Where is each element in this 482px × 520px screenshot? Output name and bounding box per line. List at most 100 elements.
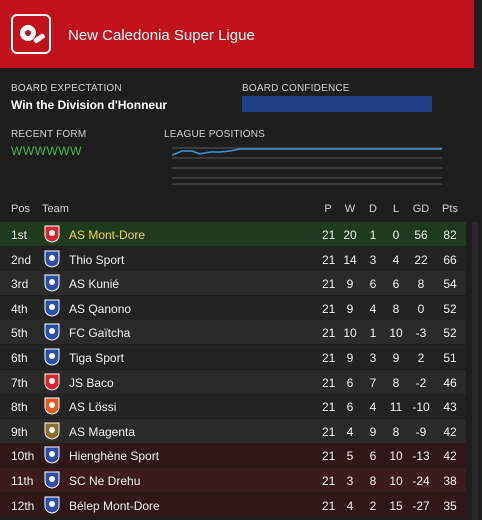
competition-logo-icon — [11, 14, 51, 54]
table-row[interactable]: 2nd Thio Sport 21 14 3 4 22 66 — [0, 246, 466, 271]
table-row[interactable]: 12th Bélep Mont-Dore 21 4 2 15 -27 35 — [0, 492, 466, 517]
col-drawn[interactable]: D — [367, 203, 379, 215]
played: 21 — [322, 449, 336, 464]
goal-difference: -3 — [415, 326, 427, 341]
won: 6 — [346, 400, 354, 415]
played: 21 — [322, 301, 336, 316]
points: 42 — [443, 424, 457, 439]
league-positions-chart — [172, 147, 442, 185]
position-line — [172, 148, 442, 156]
row-position: 8th — [11, 400, 28, 415]
points: 66 — [443, 252, 457, 267]
col-team[interactable]: Team — [42, 203, 69, 215]
team-name[interactable]: JS Baco — [69, 376, 114, 390]
won: 4 — [346, 424, 354, 439]
col-won[interactable]: W — [342, 203, 358, 215]
row-position: 11th — [11, 474, 34, 488]
drawn: 4 — [369, 400, 377, 415]
row-position: 4th — [11, 301, 28, 316]
board-confidence-label: BOARD CONFIDENCE — [242, 83, 350, 94]
header-edge — [474, 0, 482, 68]
table-row[interactable]: 10th Hienghène Sport 21 5 6 10 -13 42 — [0, 443, 466, 468]
lost: 4 — [392, 252, 400, 267]
competition-header: New Caledonia Super Ligue — [0, 0, 474, 68]
goal-difference: 0 — [417, 301, 425, 316]
team-crest-icon — [44, 422, 60, 440]
table-row[interactable]: 6th Tiga Sport 21 9 3 9 2 51 — [0, 345, 466, 369]
goal-difference: 8 — [417, 277, 425, 292]
team-crest-icon — [44, 323, 60, 341]
team-name[interactable]: FC Gaïtcha — [69, 326, 130, 340]
team-crest-icon — [44, 299, 60, 317]
goal-difference: 2 — [417, 351, 425, 365]
team-crest-icon — [44, 373, 60, 391]
drawn: 3 — [369, 252, 377, 267]
lost: 8 — [392, 424, 400, 439]
drawn: 1 — [369, 228, 377, 242]
drawn: 6 — [369, 449, 377, 464]
team-name[interactable]: Hienghène Sport — [69, 449, 159, 463]
col-gd[interactable]: GD — [409, 203, 433, 215]
won: 10 — [343, 326, 357, 341]
played: 21 — [322, 252, 336, 267]
table-row[interactable]: 1st AS Mont-Dore 21 20 1 0 56 82 — [0, 222, 466, 246]
team-name[interactable]: AS Magenta — [69, 425, 135, 439]
played: 21 — [322, 424, 336, 439]
team-name[interactable]: SC Ne Drehu — [69, 474, 140, 488]
lost: 8 — [392, 301, 400, 316]
col-lost[interactable]: L — [389, 203, 403, 215]
row-position: 7th — [11, 375, 28, 390]
table-row[interactable]: 5th FC Gaïtcha 21 10 1 10 -3 52 — [0, 320, 466, 345]
team-name[interactable]: Tiga Sport — [69, 351, 124, 365]
table-row[interactable]: 3rd AS Kunié 21 9 6 6 8 54 — [0, 271, 466, 296]
team-name[interactable]: AS Qanono — [69, 302, 131, 316]
won: 9 — [346, 301, 354, 316]
team-crest-icon — [44, 446, 60, 464]
team-crest-icon — [44, 250, 60, 268]
table-row[interactable]: 11th SC Ne Drehu 21 3 8 10 -24 38 — [0, 468, 466, 492]
goal-difference: 22 — [414, 252, 428, 267]
drawn: 9 — [369, 424, 377, 439]
row-position: 2nd — [11, 252, 32, 267]
team-crest-icon — [44, 471, 60, 489]
team-name[interactable]: AS Kunié — [69, 277, 119, 291]
goal-difference: -24 — [412, 474, 430, 488]
board-expectation-label: BOARD EXPECTATION — [11, 83, 122, 94]
points: 51 — [443, 351, 457, 365]
recent-form-value: WWWWWW — [11, 144, 82, 158]
table-header: Pos Team P W D L GD Pts — [0, 203, 482, 221]
drawn: 8 — [369, 474, 377, 488]
lost: 10 — [389, 474, 403, 488]
won: 9 — [346, 351, 354, 365]
table-row[interactable]: 7th JS Baco 21 6 7 8 -2 46 — [0, 369, 466, 394]
goal-difference: -2 — [415, 375, 427, 390]
team-crest-icon — [44, 397, 60, 415]
row-position: 3rd — [11, 277, 29, 292]
won: 4 — [346, 498, 354, 513]
team-crest-icon — [44, 225, 60, 243]
col-pts[interactable]: Pts — [440, 203, 460, 215]
points: 43 — [443, 400, 457, 415]
col-played[interactable]: P — [322, 203, 334, 215]
team-name[interactable]: AS Lössi — [69, 400, 116, 414]
played: 21 — [322, 498, 336, 513]
table-row[interactable]: 8th AS Lössi 21 6 4 11 -10 43 — [0, 394, 466, 419]
team-name[interactable]: Thio Sport — [69, 253, 124, 267]
goal-difference: -27 — [412, 498, 430, 513]
row-position: 1st — [11, 228, 28, 242]
lost: 9 — [392, 351, 400, 365]
goal-difference: 56 — [414, 228, 428, 242]
won: 5 — [346, 449, 354, 464]
table-scrollbar[interactable] — [472, 222, 478, 520]
team-name[interactable]: Bélep Mont-Dore — [69, 499, 160, 513]
col-pos[interactable]: Pos — [11, 203, 30, 215]
row-position: 6th — [11, 351, 28, 365]
row-position: 5th — [11, 326, 28, 341]
played: 21 — [322, 474, 336, 488]
table-row[interactable]: 4th AS Qanono 21 9 4 8 0 52 — [0, 295, 466, 320]
lost: 8 — [392, 375, 400, 390]
points: 52 — [443, 301, 457, 316]
team-name[interactable]: AS Mont-Dore — [69, 228, 145, 242]
table-row[interactable]: 9th AS Magenta 21 4 9 8 -9 42 — [0, 418, 466, 443]
lost: 11 — [389, 400, 403, 415]
